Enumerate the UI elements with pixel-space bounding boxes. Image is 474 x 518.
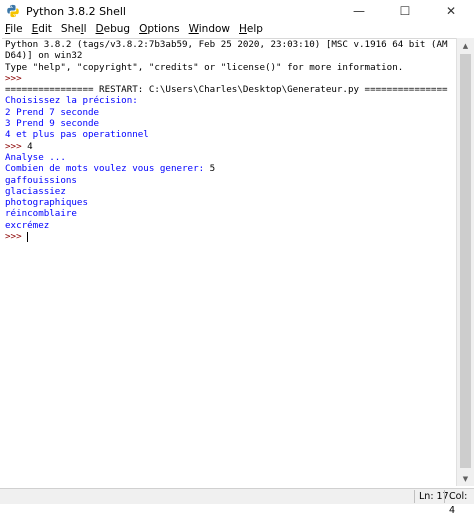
maximize-button[interactable]: ☐ [382,0,428,22]
menu-window[interactable]: Window [185,22,234,36]
shell-user-input: 5 [209,163,216,175]
vertical-scrollbar[interactable]: ▲ ▼ [456,38,474,486]
shell-output-line: 3 Prend 9 seconde [5,118,100,130]
minimize-icon: — [353,4,365,18]
chevron-down-icon: ▼ [462,474,469,483]
status-divider [414,490,415,503]
shell-line-banner-1: Python 3.8.2 (tags/v3.8.2:7b3ab59, Feb 2… [5,39,448,50]
chevron-up-icon: ▲ [462,41,469,50]
shell-current-prompt-line[interactable]: >>> [2,231,456,242]
shell-output-word: excrémez [5,219,50,231]
status-divider [444,490,445,503]
menu-options[interactable]: Options [135,22,184,36]
close-button[interactable]: ✕ [428,0,474,22]
shell-user-input: 4 [27,140,33,152]
shell-restart-line: ================ RESTART: C:\Users\Charl… [5,84,448,96]
idle-shell-window: Python 3.8.2 Shell — ☐ ✕ File Edit Shell… [0,0,474,516]
python-icon [7,4,19,18]
shell-output-word: gaffouissions [5,174,77,186]
shell-input-prompt: Combien de mots voulez vous generer: [5,163,210,175]
shell-output-word: glaciassiez [5,185,66,197]
shell-prompt-marker: >>> [5,140,28,152]
shell-output-line: Analyse ... [5,151,66,163]
shell-output-word: photographiques [5,197,88,209]
shell-line-banner-2: D64)] on win32 [5,50,83,62]
scroll-thumb[interactable] [460,54,471,468]
shell-prompt: >>> [5,72,28,84]
title-bar[interactable]: Python 3.8.2 Shell — ☐ ✕ [0,0,474,22]
status-column-number: Col: 4 [449,491,468,516]
menu-bar: File Edit Shell Debug Options Window Hel… [0,22,474,36]
status-bar: Ln: 17 Col: 4 [0,488,474,516]
menu-help[interactable]: Help [235,22,267,36]
shell-output-line: 4 et plus pas operationnel [5,129,149,141]
scroll-down-button[interactable]: ▼ [457,471,474,486]
menu-shell[interactable]: Shell [57,22,91,36]
maximize-icon: ☐ [399,4,411,18]
window-controls: — ☐ ✕ [336,0,474,22]
window-title: Python 3.8.2 Shell [26,4,126,18]
shell-text-area[interactable]: Python 3.8.2 (tags/v3.8.2:7b3ab59, Feb 2… [2,38,456,486]
close-icon: ✕ [445,4,457,18]
shell-output-line: Choisissez la précision: [5,95,138,107]
text-cursor [27,231,29,242]
shell-output-word: réincomblaire [5,208,77,220]
scroll-up-button[interactable]: ▲ [457,38,474,53]
shell-output-line: 2 Prend 7 seconde [5,106,100,118]
shell-line-banner-3: Type "help", "copyright", "credits" or "… [5,61,404,73]
menu-debug[interactable]: Debug [92,22,135,36]
shell-input-line: Combien de mots voulez vous generer: 5 [2,163,456,174]
minimize-button[interactable]: — [336,0,382,22]
menu-edit[interactable]: Edit [28,22,56,36]
shell-input-line: >>> 4 [2,141,456,152]
shell-prompt: >>> [5,231,28,243]
menu-file[interactable]: File [1,22,27,36]
